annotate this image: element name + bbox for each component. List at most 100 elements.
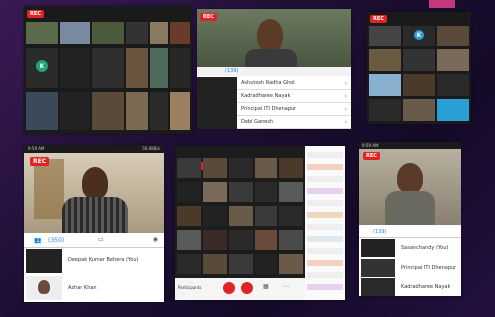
- video-tile[interactable]: [279, 254, 303, 274]
- corner-accent: [429, 0, 455, 8]
- video-tile[interactable]: [150, 48, 168, 88]
- video-tile[interactable]: [279, 206, 303, 226]
- list-item[interactable]: Kadradharee Nayak ›: [237, 90, 351, 103]
- participants-count[interactable]: (350): [48, 237, 64, 244]
- video-tile[interactable]: [369, 49, 401, 71]
- video-tile[interactable]: [60, 92, 90, 130]
- video-tile[interactable]: [361, 239, 395, 257]
- participants-count[interactable]: (139): [225, 68, 238, 74]
- video-tile[interactable]: [150, 92, 168, 130]
- video-tile[interactable]: [26, 22, 58, 44]
- video-tile[interactable]: K: [26, 48, 58, 88]
- sidebar-row[interactable]: [307, 200, 343, 206]
- screenshot-gallery-sidebar: REC: [175, 146, 345, 300]
- video-tile[interactable]: [255, 206, 277, 226]
- video-tile[interactable]: [60, 22, 90, 44]
- list-item[interactable]: Ashutosh Radha Ghol ›: [237, 77, 351, 90]
- video-tile[interactable]: [26, 249, 62, 273]
- video-tile[interactable]: [279, 230, 303, 250]
- video-tile[interactable]: [229, 206, 253, 226]
- video-tile[interactable]: [369, 74, 401, 96]
- sidebar-row[interactable]: [307, 284, 343, 290]
- video-tile[interactable]: [170, 22, 190, 44]
- speaker-body: [62, 197, 128, 233]
- video-tile[interactable]: [361, 259, 395, 277]
- speaker-video[interactable]: [197, 9, 351, 67]
- speaker-video[interactable]: [359, 149, 461, 225]
- video-tile[interactable]: [203, 182, 227, 202]
- video-tile[interactable]: K: [403, 26, 435, 46]
- video-tile[interactable]: [229, 158, 253, 178]
- list-item[interactable]: Principal ITI Dhenapur: [397, 262, 461, 274]
- screenshot-grid-2: REC K: [367, 12, 471, 124]
- sidebar-row[interactable]: [307, 260, 343, 266]
- video-tile[interactable]: [403, 99, 435, 121]
- video-tile[interactable]: [126, 22, 148, 44]
- sidebar-row[interactable]: [307, 212, 343, 218]
- video-tile[interactable]: [437, 99, 469, 121]
- video-tile[interactable]: [92, 92, 124, 130]
- video-tile[interactable]: [279, 158, 303, 178]
- video-tile[interactable]: [229, 254, 253, 274]
- video-tile[interactable]: [203, 254, 227, 274]
- list-item[interactable]: Azhar Khan: [64, 281, 164, 295]
- video-tile[interactable]: [177, 182, 201, 202]
- list-item[interactable]: Principal ITI Dhenapur ›: [237, 103, 351, 116]
- video-tile[interactable]: [92, 22, 124, 44]
- video-tile[interactable]: [126, 92, 148, 130]
- eye-icon[interactable]: ◉: [153, 236, 158, 243]
- list-item[interactable]: Sasanchandy (You): [397, 242, 461, 254]
- video-tile[interactable]: [279, 182, 303, 202]
- video-tile[interactable]: [203, 158, 227, 178]
- video-tile[interactable]: [60, 48, 90, 88]
- video-tile[interactable]: [437, 26, 469, 46]
- video-tile[interactable]: [177, 254, 201, 274]
- tab-label[interactable]: Participants: [178, 285, 202, 290]
- video-tile[interactable]: [369, 26, 401, 46]
- chat-icon[interactable]: ▭: [98, 236, 104, 243]
- video-tile[interactable]: [255, 230, 277, 250]
- list-item[interactable]: Deepak Kumar Behera (You): [64, 253, 164, 267]
- video-tile[interactable]: [255, 254, 277, 274]
- video-tile[interactable]: [229, 230, 253, 250]
- video-tile[interactable]: [437, 74, 469, 96]
- grid-icon[interactable]: ▦: [263, 283, 269, 290]
- video-tile[interactable]: [203, 230, 227, 250]
- video-tile[interactable]: [369, 99, 401, 121]
- video-tile[interactable]: [150, 22, 168, 44]
- video-tile[interactable]: [255, 158, 277, 178]
- sidebar-row[interactable]: [307, 236, 343, 242]
- sidebar-row[interactable]: [307, 248, 343, 254]
- sidebar-row[interactable]: [307, 164, 343, 170]
- video-tile[interactable]: [170, 48, 190, 88]
- screenshot-speaker-list-1: REC (139) Ashutosh Radha Ghol › Kadradhar…: [197, 9, 351, 129]
- video-tile[interactable]: [361, 278, 395, 296]
- video-tile[interactable]: [26, 276, 62, 300]
- video-tile[interactable]: [26, 92, 58, 130]
- video-tile[interactable]: [126, 48, 148, 88]
- mic-button[interactable]: [223, 282, 235, 294]
- leave-button[interactable]: [241, 282, 253, 294]
- video-tile[interactable]: [177, 230, 201, 250]
- video-tile[interactable]: [229, 182, 253, 202]
- more-icon[interactable]: ⋯: [283, 283, 289, 290]
- sidebar-row[interactable]: [307, 272, 343, 278]
- sidebar-row[interactable]: [307, 188, 343, 194]
- sidebar-row[interactable]: [307, 224, 343, 230]
- participants-count[interactable]: (139): [373, 229, 386, 235]
- list-item[interactable]: Debi Ganesh ›: [237, 116, 351, 129]
- video-tile[interactable]: [170, 92, 190, 130]
- video-tile[interactable]: [177, 158, 201, 178]
- video-tile[interactable]: [255, 182, 277, 202]
- video-tile[interactable]: [403, 74, 435, 96]
- video-tile[interactable]: [197, 77, 237, 129]
- video-tile[interactable]: [437, 49, 469, 71]
- video-tile[interactable]: [177, 206, 201, 226]
- sidebar-row[interactable]: [307, 176, 343, 182]
- video-tile[interactable]: [203, 206, 227, 226]
- speaker-body: [385, 191, 435, 225]
- video-tile[interactable]: [403, 49, 435, 71]
- sidebar-row[interactable]: [307, 152, 343, 158]
- video-tile[interactable]: [92, 48, 124, 88]
- list-item[interactable]: Kadradharee Nayak: [397, 281, 461, 293]
